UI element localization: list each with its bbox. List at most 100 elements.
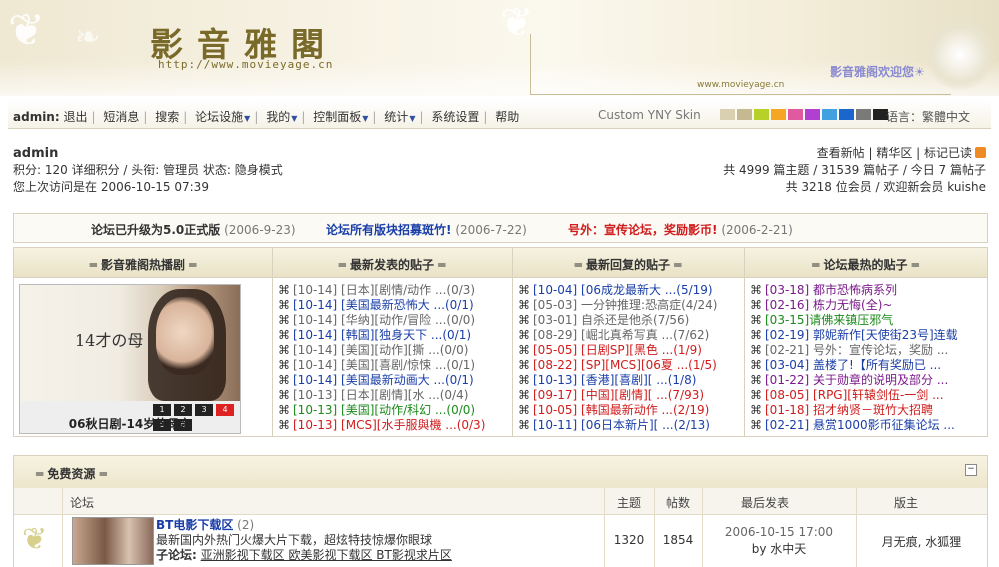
nav-control-panel[interactable]: 控制面板▼ [313, 110, 368, 124]
skin-swatch[interactable] [856, 109, 871, 120]
skin-swatch[interactable] [720, 109, 735, 120]
announcements: 论坛已升级为5.0正式版 (2006-9-23) 论坛所有版块招募斑竹! (20… [13, 213, 988, 243]
post-link[interactable]: [10-14] [美国最新恐怖大 ...(0/1) [293, 298, 474, 312]
announcement[interactable]: 号外：宣传论坛，奖励影币! (2006-2-21) [568, 221, 793, 238]
bullet-icon: ⌘ [518, 328, 530, 343]
hot-panel: ═ 影音雅阁热播剧 ═ ═ 最新发表的贴子 ═ ═ 最新回复的贴子 ═ ═ 论坛… [13, 247, 988, 437]
bullet-icon: ⌘ [750, 403, 762, 418]
post-link[interactable]: [10-14] [美国最新动画大 ...(0/1) [293, 373, 474, 387]
dropdown-arrow-icon: ▼ [362, 114, 369, 123]
skin-swatch[interactable] [805, 109, 820, 120]
post-link[interactable]: [10-05] [韩国最新动作 ...(2/19) [533, 403, 709, 417]
post-link[interactable]: [09-17] [中国][剧情][ ...(7/93) [533, 388, 704, 402]
featured-drama-image[interactable]: 14才の母 1 2 3 45 6 06秋日剧-14岁的母亲 [19, 284, 241, 434]
post-link[interactable]: [10-13] [香港][喜剧][ ...(1/8) [533, 373, 696, 387]
dropdown-arrow-icon: ▼ [244, 114, 251, 123]
announcement[interactable]: 论坛已升级为5.0正式版 (2006-9-23) [91, 221, 296, 238]
post-link[interactable]: [02-21] 悬赏1000影币征集论坛 ... [765, 418, 955, 432]
new-post-item: ⌘ [10-14] [日本][剧情/动作 ...(0/3) [278, 283, 485, 298]
skin-swatch[interactable] [839, 109, 854, 120]
post-link[interactable]: [08-29] [崛北真希写真 ...(7/62) [533, 328, 709, 342]
post-link[interactable]: [10-13] [美国][动作/科幻 ...(0/0) [293, 403, 475, 417]
slide-pager: 1 2 3 45 6 [150, 401, 240, 431]
rss-icon[interactable] [975, 147, 986, 158]
new-post-item: ⌘ [10-14] [美国][喜剧/惊悚 ...(0/1) [278, 358, 485, 373]
post-link[interactable]: [10-11] [06日本新片][ ...(2/13) [533, 418, 710, 432]
post-link[interactable]: [08-22] [SP][MCS][06夏 ...(1/5) [533, 358, 717, 372]
post-link[interactable]: [03-01] 自杀还是他杀(7/56) [533, 313, 689, 327]
skin-swatch[interactable] [754, 109, 769, 120]
subforum-links[interactable]: 亚洲影视下载区 欧美影视下载区 BT影视求片区 [201, 548, 452, 562]
last-post-author[interactable]: by 水中天 [702, 540, 856, 557]
post-link[interactable]: [03-15]请佛来镇压邪气 [765, 313, 893, 327]
user-info: admin 积分: 120 详细积分 / 头衔: 管理员 状态: 隐身模式 您上… [13, 145, 283, 196]
forum-name[interactable]: BT电影下载区 [156, 518, 233, 532]
drama-caption[interactable]: 06秋日剧-14岁的母亲 [20, 415, 240, 432]
forum-topics: 1320 [613, 533, 645, 547]
bullet-icon: ⌘ [750, 373, 762, 388]
bullet-icon: ⌘ [278, 283, 290, 297]
post-link[interactable]: [10-13] [MCS][水手服與機 ...(0/3) [293, 418, 485, 432]
subforum-label: 子论坛: [156, 548, 197, 562]
collapse-icon[interactable]: − [965, 464, 977, 476]
post-link[interactable]: [10-14] [日本][剧情/动作 ...(0/3) [293, 283, 475, 297]
post-link[interactable]: [03-18] 都市恐怖病系列 [765, 283, 897, 297]
post-link[interactable]: [08-05] [RPG][轩辕剑伍-一剑 ... [765, 388, 944, 402]
skin-swatch[interactable] [737, 109, 752, 120]
forum-thumbnail[interactable] [72, 517, 154, 565]
user-name[interactable]: admin [13, 145, 283, 162]
nav-my[interactable]: 我的▼ [266, 110, 297, 124]
bullet-icon: ⌘ [518, 313, 530, 328]
nav-stats[interactable]: 统计▼ [384, 110, 415, 124]
post-link[interactable]: [01-22] 关于勋章的说明及部分 ... [765, 373, 948, 387]
nav-system-settings[interactable]: 系统设置 [431, 110, 479, 124]
skin-swatch[interactable] [788, 109, 803, 120]
new-reply-item: ⌘ [10-04] [06成龙最新大 ...(5/19) [518, 283, 717, 298]
hot-post-item: ⌘ [02-21] 悬赏1000影币征集论坛 ... [750, 418, 958, 433]
post-link[interactable]: [02-16] 栋力无悔(全)~ [765, 298, 892, 312]
last-post-time[interactable]: 2006-10-15 17:00 [702, 525, 856, 539]
nav-username[interactable]: admin: [13, 110, 60, 124]
nav-forum-tools[interactable]: 论坛设施▼ [195, 110, 250, 124]
forum-row: BT电影下载区 (2) 最新国内外热门火爆大片下载，超炫特技惊爆你眼球 子论坛:… [156, 518, 452, 563]
nav-search[interactable]: 搜索 [155, 110, 179, 124]
nav-help[interactable]: 帮助 [495, 110, 519, 124]
hot-post-item: ⌘ [02-19] 郭妮新作[天使街23号]连载 [750, 328, 958, 343]
skin-swatch[interactable] [822, 109, 837, 120]
post-link[interactable]: [01-18] 招才纳贤－斑竹大招聘 [765, 403, 933, 417]
col-posts: 帖数 [666, 496, 691, 510]
user-credits: 积分: 120 详细积分 / 头衔: 管理员 状态: 隐身模式 [13, 163, 283, 177]
bullet-icon: ⌘ [518, 403, 530, 418]
post-link[interactable]: [10-13] [日本][剧情][水 ...(0/4) [293, 388, 468, 402]
post-link[interactable]: [10-14] [华纳][动作/冒险 ...(0/0) [293, 313, 475, 327]
language-selector[interactable]: 语言：繁體中文 [886, 108, 970, 125]
announcement[interactable]: 论坛所有版块招募斑竹! (2006-7-22) [326, 221, 527, 238]
post-link[interactable]: [03-04] 盖楼了!【所有奖励已 ... [765, 358, 941, 372]
bullet-icon: ⌘ [278, 328, 290, 343]
post-link[interactable]: [10-14] [美国][喜剧/惊悚 ...(0/1) [293, 358, 475, 372]
bullet-icon: ⌘ [750, 328, 762, 343]
forum-moderators[interactable]: 月无痕, 水狐狸 [856, 533, 987, 550]
post-link[interactable]: [10-14] [韩国][独身天下 ...(0/1) [293, 328, 471, 342]
forum-status-icon: ❦ [22, 522, 48, 557]
post-link[interactable]: [10-04] [06成龙最新大 ...(5/19) [533, 283, 713, 297]
new-reply-item: ⌘ [05-05] [日剧SP][黑色 ...(1/9) [518, 343, 717, 358]
nav-messages[interactable]: 短消息 [103, 110, 139, 124]
bullet-icon: ⌘ [750, 313, 762, 328]
panel-header-new-replies: ═ 最新回复的贴子 ═ [574, 258, 682, 272]
post-link[interactable]: [05-03] 一分钟推理:恐高症(4/24) [533, 298, 717, 312]
category-title[interactable]: ═ 免费资源 ═ [36, 465, 107, 482]
post-link[interactable]: [02-19] 郭妮新作[天使街23号]连载 [765, 328, 958, 342]
nav-logout[interactable]: 退出 [63, 110, 87, 124]
bullet-icon: ⌘ [278, 343, 290, 358]
new-post-item: ⌘ [10-14] [美国最新恐怖大 ...(0/1) [278, 298, 485, 313]
new-reply-item: ⌘ [10-13] [香港][喜剧][ ...(1/8) [518, 373, 717, 388]
quick-links[interactable]: 查看新帖 | 精华区 | 标记已读 [817, 146, 972, 160]
post-link[interactable]: [05-05] [日剧SP][黑色 ...(1/9) [533, 343, 702, 357]
post-link[interactable]: [02-21] 号外：宣传论坛，奖励 ... [765, 343, 948, 357]
hot-post-item: ⌘ [01-18] 招才纳贤－斑竹大招聘 [750, 403, 958, 418]
skin-swatch[interactable] [771, 109, 786, 120]
welcome-text: 影音雅阁欢迎您☀ [830, 65, 925, 79]
new-post-item: ⌘ [10-13] [美国][动作/科幻 ...(0/0) [278, 403, 485, 418]
post-link[interactable]: [10-14] [美国][动作][撕 ...(0/0) [293, 343, 468, 357]
